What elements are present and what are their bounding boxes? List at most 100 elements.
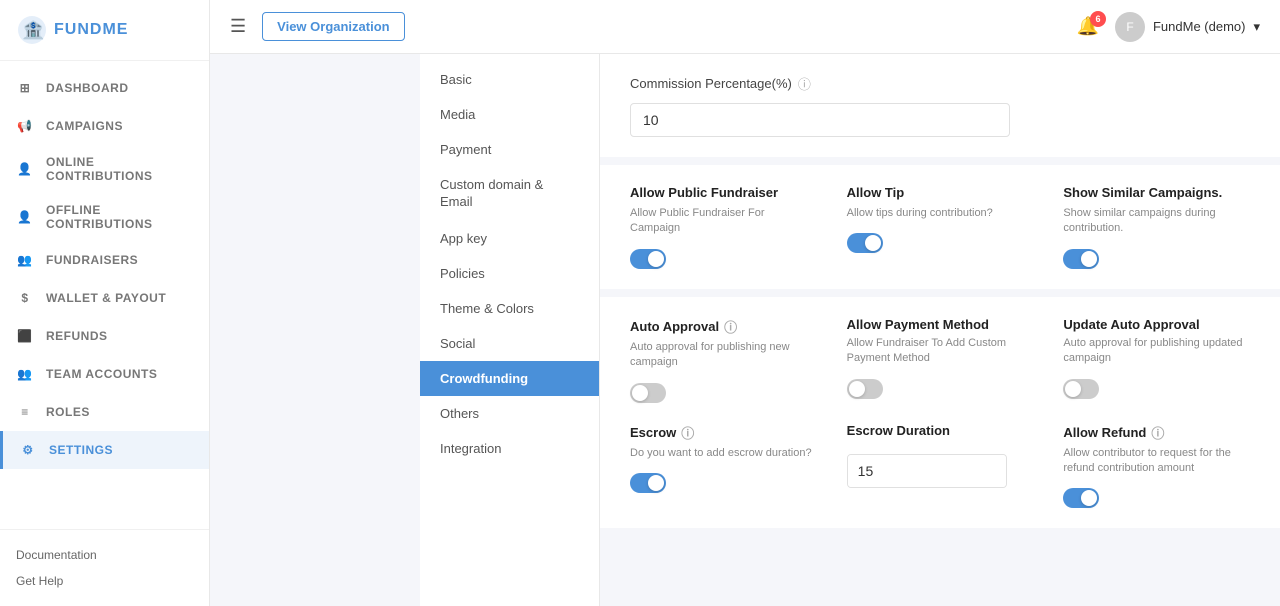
bottom-section: Auto Approval ⓘ Auto approval for publis… [600, 297, 1280, 529]
escrow-duration-wrap: Days [847, 454, 1007, 488]
allow-refund-info-icon[interactable]: ⓘ [1151, 423, 1164, 442]
subnav-others[interactable]: Others [420, 396, 599, 431]
sidebar-item-online-contributions[interactable]: 👤 ONLINE CONTRIBUTIONS [0, 145, 209, 193]
toggle-desc-public-fundraiser: Allow Public Fundraiser For Campaign [630, 206, 817, 237]
svg-text:🏦: 🏦 [22, 19, 44, 40]
auto-approval-info-icon[interactable]: ⓘ [724, 317, 737, 336]
field-allow-refund: Allow Refund ⓘ Allow contributor to requ… [1063, 423, 1250, 509]
field-auto-approval: Auto Approval ⓘ Auto approval for publis… [630, 317, 817, 403]
label-update-auto-approval: Update Auto Approval [1063, 317, 1250, 332]
subnav-basic[interactable]: Basic [420, 62, 599, 97]
bottom-grid: Auto Approval ⓘ Auto approval for publis… [630, 317, 1250, 509]
sidebar-item-refunds[interactable]: ⬛ REFUNDS [0, 317, 209, 355]
offline-contributions-icon: 👤 [16, 208, 34, 226]
commission-input[interactable] [630, 103, 1010, 137]
switch-public-fundraiser[interactable] [630, 249, 666, 269]
user-menu[interactable]: F FundMe (demo) ▾ [1115, 12, 1260, 42]
toggle-title-similar-campaigns: Show Similar Campaigns. [1063, 185, 1250, 200]
field-escrow-duration: Escrow Duration Days [847, 423, 1034, 509]
toggle-switch-tip[interactable] [847, 233, 1034, 253]
toggle-desc-tip: Allow tips during contribution? [847, 206, 1034, 221]
toggle-switch-allow-refund[interactable] [1063, 488, 1250, 508]
subnav-social[interactable]: Social [420, 326, 599, 361]
team-accounts-icon: 👥 [16, 365, 34, 383]
subnav-crowdfunding[interactable]: Crowdfunding [420, 361, 599, 396]
sidebar-item-campaigns[interactable]: 📢 CAMPAIGNS [0, 107, 209, 145]
sidebar-item-settings[interactable]: ⚙ SETTINGS [0, 431, 209, 469]
sidebar-item-roles[interactable]: ≡ ROLES [0, 393, 209, 431]
chevron-down-icon: ▾ [1253, 19, 1260, 35]
subnav-policies[interactable]: Policies [420, 256, 599, 291]
sidebar-footer: Documentation Get Help [0, 529, 209, 606]
toggle-switch-auto-approval[interactable] [630, 383, 817, 403]
roles-icon: ≡ [16, 403, 34, 421]
label-escrow: Escrow ⓘ [630, 423, 817, 442]
logo-icon: 🏦 [16, 14, 48, 46]
switch-auto-approval[interactable] [630, 383, 666, 403]
logo-text: FUNDME [54, 21, 128, 39]
field-allow-payment-method: Allow Payment Method Allow Fundraiser To… [847, 317, 1034, 403]
desc-update-auto-approval: Auto approval for publishing updated cam… [1063, 336, 1250, 367]
switch-similar-campaigns[interactable] [1063, 249, 1099, 269]
commission-info-icon[interactable]: ⓘ [798, 74, 811, 93]
label-escrow-duration: Escrow Duration [847, 423, 1034, 438]
refunds-icon: ⬛ [16, 327, 34, 345]
subnav-theme-colors[interactable]: Theme & Colors [420, 291, 599, 326]
sidebar-item-fundraisers[interactable]: 👥 FUNDRAISERS [0, 241, 209, 279]
toggle-switch-public-fundraiser[interactable] [630, 249, 817, 269]
toggle-switch-escrow[interactable] [630, 473, 817, 493]
topbar: ☰ View Organization 🔔 6 F FundMe (demo) … [210, 0, 1280, 54]
sidebar-item-team-accounts[interactable]: 👥 TEAM ACCOUNTS [0, 355, 209, 393]
switch-escrow[interactable] [630, 473, 666, 493]
desc-allow-payment-method: Allow Fundraiser To Add Custom Payment M… [847, 336, 1034, 367]
sidebar-item-dashboard[interactable]: ⊞ DASHBOARD [0, 69, 209, 107]
toggles-section: Allow Public Fundraiser Allow Public Fun… [600, 165, 1280, 297]
online-contributions-icon: 👤 [16, 160, 34, 178]
settings-icon: ⚙ [19, 441, 37, 459]
toggle-allow-public-fundraiser: Allow Public Fundraiser Allow Public Fun… [630, 185, 817, 269]
switch-payment-method[interactable] [847, 379, 883, 399]
sidebar-item-offline-contributions[interactable]: 👤 OFFLINE CONTRIBUTIONS [0, 193, 209, 241]
switch-update-auto-approval[interactable] [1063, 379, 1099, 399]
fundraisers-icon: 👥 [16, 251, 34, 269]
get-help-link[interactable]: Get Help [16, 568, 193, 594]
sidebar-item-wallet-payout[interactable]: $ WALLET & PAYOUT [0, 279, 209, 317]
hamburger-icon[interactable]: ☰ [230, 16, 246, 37]
main-nav: ⊞ DASHBOARD 📢 CAMPAIGNS 👤 ONLINE CONTRIB… [0, 61, 209, 529]
desc-auto-approval: Auto approval for publishing new campaig… [630, 340, 817, 371]
subnav-custom-domain[interactable]: Custom domain & Email [420, 167, 599, 221]
toggle-desc-similar-campaigns: Show similar campaigns during contributi… [1063, 206, 1250, 237]
topbar-right: 🔔 6 F FundMe (demo) ▾ [1077, 12, 1260, 42]
toggle-switch-similar-campaigns[interactable] [1063, 249, 1250, 269]
subnav-integration[interactable]: Integration [420, 431, 599, 466]
commission-label: Commission Percentage(%) ⓘ [630, 74, 1250, 93]
dashboard-icon: ⊞ [16, 79, 34, 97]
switch-tip[interactable] [847, 233, 883, 253]
subnav-media[interactable]: Media [420, 97, 599, 132]
escrow-info-icon[interactable]: ⓘ [681, 423, 694, 442]
campaigns-icon: 📢 [16, 117, 34, 135]
sidebar: 🏦 FUNDME ⊞ DASHBOARD 📢 CAMPAIGNS 👤 ONLIN… [0, 0, 210, 606]
desc-escrow: Do you want to add escrow duration? [630, 446, 817, 461]
avatar: F [1115, 12, 1145, 42]
toggles-grid: Allow Public Fundraiser Allow Public Fun… [630, 185, 1250, 269]
switch-allow-refund[interactable] [1063, 488, 1099, 508]
content-area: Commission Percentage(%) ⓘ Allow Public … [600, 54, 1280, 606]
view-org-button[interactable]: View Organization [262, 12, 404, 41]
toggle-title-tip: Allow Tip [847, 185, 1034, 200]
toggle-switch-payment-method[interactable] [847, 379, 1034, 399]
toggle-show-similar-campaigns: Show Similar Campaigns. Show similar cam… [1063, 185, 1250, 269]
label-allow-payment-method: Allow Payment Method [847, 317, 1034, 332]
escrow-duration-input[interactable] [848, 455, 1007, 487]
documentation-link[interactable]: Documentation [16, 542, 193, 568]
toggle-title-public-fundraiser: Allow Public Fundraiser [630, 185, 817, 200]
toggle-allow-tip: Allow Tip Allow tips during contribution… [847, 185, 1034, 269]
subnav-payment[interactable]: Payment [420, 132, 599, 167]
toggle-switch-update-auto-approval[interactable] [1063, 379, 1250, 399]
main-container: Basic Media Payment Custom domain & Emai… [420, 54, 1280, 606]
subnav-app-key[interactable]: App key [420, 221, 599, 256]
commission-section: Commission Percentage(%) ⓘ [600, 54, 1280, 165]
desc-allow-refund: Allow contributor to request for the ref… [1063, 446, 1250, 477]
notification-bell[interactable]: 🔔 6 [1077, 16, 1099, 37]
settings-sub-nav: Basic Media Payment Custom domain & Emai… [420, 54, 600, 606]
